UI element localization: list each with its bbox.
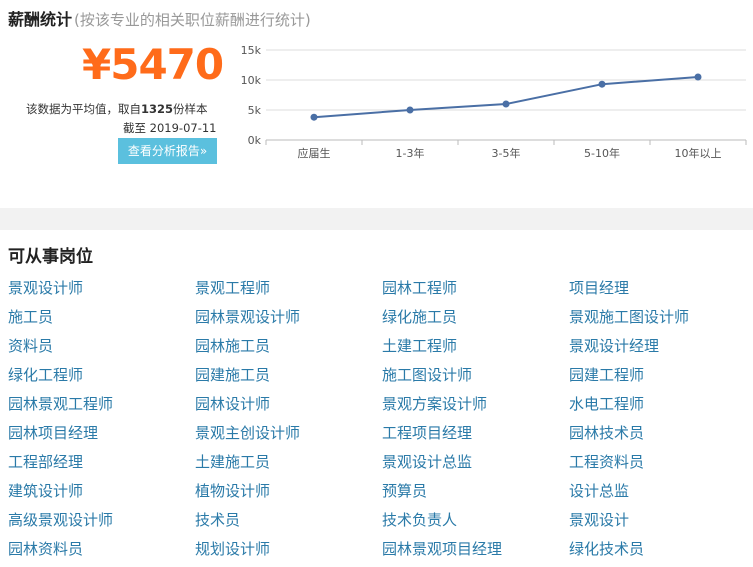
job-link[interactable]: 景观设计师 — [8, 277, 195, 306]
jobs-grid: 景观设计师 景观工程师 园林工程师 项目经理施工员 园林景观设计师 绿化施工员 景观施工图设… — [8, 277, 753, 567]
job-link[interactable]: 工程资料员 — [569, 451, 753, 480]
salary-trend-chart: 0k 5k 10k 15k 应届生 1-3年 3-5年 5-10年 10年以上 — [241, 44, 747, 160]
x-tick-label: 10年以上 — [675, 146, 722, 160]
job-link[interactable]: 园林设计师 — [195, 393, 382, 422]
job-link[interactable]: 建筑设计师 — [8, 480, 195, 509]
job-link[interactable]: 园林景观项目经理 — [382, 538, 569, 567]
job-link[interactable]: 园建施工员 — [195, 364, 382, 393]
job-link[interactable]: 设计总监 — [569, 480, 753, 509]
salary-subtitle: (按该专业的相关职位薪酬进行统计) — [74, 11, 311, 29]
x-tick-label: 1-3年 — [396, 146, 425, 160]
job-link[interactable]: 项目经理 — [569, 277, 753, 306]
average-salary-amount: ¥5470 — [82, 40, 224, 89]
salary-section-title: 薪酬统计 (按该专业的相关职位薪酬进行统计) — [8, 6, 311, 30]
job-link[interactable]: 园建工程师 — [569, 364, 753, 393]
job-link[interactable]: 景观方案设计师 — [382, 393, 569, 422]
y-tick-label: 15k — [241, 44, 262, 57]
y-tick-label: 5k — [248, 104, 262, 117]
x-tick-label: 应届生 — [298, 146, 331, 160]
sample-note: 该数据为平均值，取自1325份样本 — [26, 101, 208, 117]
job-link[interactable]: 园林景观工程师 — [8, 393, 195, 422]
data-point — [598, 80, 606, 88]
data-point — [694, 73, 702, 81]
data-point — [406, 106, 414, 114]
data-point — [502, 100, 510, 108]
job-link[interactable]: 工程项目经理 — [382, 422, 569, 451]
job-link[interactable]: 技术员 — [195, 509, 382, 538]
x-tick-label: 3-5年 — [492, 146, 521, 160]
job-link[interactable]: 绿化技术员 — [569, 538, 753, 567]
x-tick-label: 5-10年 — [584, 146, 620, 160]
view-analysis-report-button[interactable]: 查看分析报告» — [118, 138, 217, 164]
job-link[interactable]: 预算员 — [382, 480, 569, 509]
job-link[interactable]: 园林技术员 — [569, 422, 753, 451]
y-tick-label: 10k — [241, 74, 262, 87]
job-link[interactable]: 绿化施工员 — [382, 306, 569, 335]
y-tick-label: 0k — [248, 134, 262, 147]
data-point — [310, 113, 318, 121]
job-link[interactable]: 工程部经理 — [8, 451, 195, 480]
date-note: 截至 2019-07-11 — [123, 121, 217, 135]
job-link[interactable]: 技术负责人 — [382, 509, 569, 538]
job-link[interactable]: 土建施工员 — [195, 451, 382, 480]
job-link[interactable]: 园林工程师 — [382, 277, 569, 306]
job-link[interactable]: 园林施工员 — [195, 335, 382, 364]
job-link[interactable]: 绿化工程师 — [8, 364, 195, 393]
sample-count: 1325 — [141, 102, 174, 116]
jobs-section-title: 可从事岗位 — [8, 247, 93, 267]
sample-note-prefix: 该数据为平均值，取自 — [26, 102, 141, 116]
job-link[interactable]: 景观工程师 — [195, 277, 382, 306]
job-link[interactable]: 植物设计师 — [195, 480, 382, 509]
sample-note-suffix: 份样本 — [173, 102, 208, 116]
salary-series-line — [313, 76, 699, 119]
job-link[interactable]: 土建工程师 — [382, 335, 569, 364]
job-link[interactable]: 景观主创设计师 — [195, 422, 382, 451]
job-link[interactable]: 施工员 — [8, 306, 195, 335]
job-link[interactable]: 景观设计 — [569, 509, 753, 538]
job-link[interactable]: 园林景观设计师 — [195, 306, 382, 335]
job-link[interactable]: 景观设计总监 — [382, 451, 569, 480]
job-link[interactable]: 规划设计师 — [195, 538, 382, 567]
job-link[interactable]: 施工图设计师 — [382, 364, 569, 393]
salary-title: 薪酬统计 — [8, 10, 73, 29]
job-link[interactable]: 园林项目经理 — [8, 422, 195, 451]
job-link[interactable]: 高级景观设计师 — [8, 509, 195, 538]
job-link[interactable]: 资料员 — [8, 335, 195, 364]
job-link[interactable]: 水电工程师 — [569, 393, 753, 422]
job-link[interactable]: 景观施工图设计师 — [569, 306, 753, 335]
job-link[interactable]: 景观设计经理 — [569, 335, 753, 364]
job-link[interactable]: 园林资料员 — [8, 538, 195, 567]
section-divider — [0, 208, 753, 230]
